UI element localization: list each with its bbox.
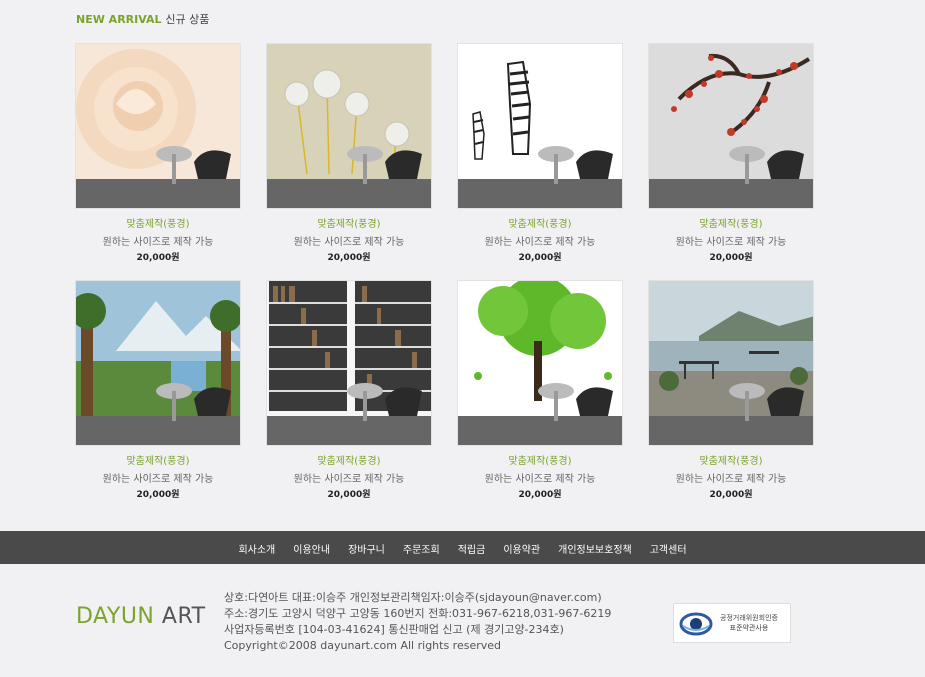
company-info-line: 사업자등록번호 [104-03-41624] 통신판매업 신고 (제 경기고양-…: [224, 623, 564, 636]
product-thumbnail[interactable]: [266, 43, 432, 209]
product-category[interactable]: 맞춤제작(풍경): [266, 215, 432, 230]
footer-nav: 회사소개 이용안내 장바구니 주문조회 적립금 이용약관 개인정보보호정책 고객…: [0, 531, 925, 564]
product-card[interactable]: 맞춤제작(풍경) 원하는 사이즈로 제작 가능 20,000원: [648, 280, 838, 510]
product-category[interactable]: 맞춤제작(풍경): [75, 452, 241, 467]
footer-link-company[interactable]: 회사소개: [229, 541, 284, 556]
company-info: 상호:다연아트 대표:이승주 개인정보관리책임자:이승주(sjdayoun@na…: [224, 590, 611, 654]
product-price: 20,000원: [709, 253, 753, 263]
product-thumbnail[interactable]: [648, 43, 814, 209]
product-description: 원하는 사이즈로 제작 가능: [484, 237, 596, 248]
product-thumbnail[interactable]: [266, 280, 432, 446]
product-category[interactable]: 맞춤제작(풍경): [266, 452, 432, 467]
badge-line1: 공정거래위원회인증: [720, 614, 778, 622]
certification-badge[interactable]: 공정거래위원회인증 표준약관사용: [673, 603, 791, 643]
ftc-emblem-icon: [679, 612, 713, 636]
product-thumbnail[interactable]: [648, 280, 814, 446]
badge-line2: 표준약관사용: [729, 624, 769, 632]
site-logo[interactable]: DAYUN ART: [76, 604, 206, 629]
product-card[interactable]: 맞춤제작(풍경) 원하는 사이즈로 제작 가능 20,000원: [75, 280, 265, 510]
product-category[interactable]: 맞춤제작(풍경): [457, 215, 623, 230]
copyright: Copyright©2008 dayunart.com All rights r…: [224, 639, 502, 652]
product-thumbnail[interactable]: [75, 43, 241, 209]
product-description: 원하는 사이즈로 제작 가능: [675, 474, 787, 485]
company-info-line: 상호:다연아트 대표:이승주 개인정보관리책임자:이승주(sjdayoun@na…: [224, 591, 602, 604]
product-price: 20,000원: [136, 253, 180, 263]
product-thumbnail[interactable]: [457, 43, 623, 209]
logo-part-2: ART: [154, 604, 206, 629]
product-description: 원하는 사이즈로 제작 가능: [293, 474, 405, 485]
footer-link-customer-center[interactable]: 고객센터: [641, 541, 696, 556]
product-thumbnail[interactable]: [75, 280, 241, 446]
product-price: 20,000원: [518, 490, 562, 500]
product-card[interactable]: 맞춤제작(풍경) 원하는 사이즈로 제작 가능 20,000원: [75, 43, 265, 273]
footer-link-privacy[interactable]: 개인정보보호정책: [549, 541, 641, 556]
product-price: 20,000원: [709, 490, 753, 500]
product-thumbnail[interactable]: [457, 280, 623, 446]
product-card[interactable]: 맞춤제작(풍경) 원하는 사이즈로 제작 가능 20,000원: [266, 280, 456, 510]
product-price: 20,000원: [136, 490, 180, 500]
product-category[interactable]: 맞춤제작(풍경): [75, 215, 241, 230]
product-card[interactable]: 맞춤제작(풍경) 원하는 사이즈로 제작 가능 20,000원: [457, 43, 647, 273]
footer-link-points[interactable]: 적립금: [449, 541, 495, 556]
company-info-line: 주소:경기도 고양시 덕양구 고양동 160번지 전화:031-967-6218…: [224, 607, 612, 620]
product-price: 20,000원: [327, 253, 371, 263]
product-description: 원하는 사이즈로 제작 가능: [484, 474, 596, 485]
logo-part-1: DAYUN: [76, 604, 155, 629]
product-card[interactable]: 맞춤제작(풍경) 원하는 사이즈로 제작 가능 20,000원: [457, 280, 647, 510]
product-card[interactable]: 맞춤제작(풍경) 원하는 사이즈로 제작 가능 20,000원: [648, 43, 838, 273]
section-title-ko: 신규 상품: [165, 13, 210, 26]
footer-link-order-lookup[interactable]: 주문조회: [394, 541, 449, 556]
section-title-en: NEW ARRIVAL: [76, 13, 162, 26]
product-price: 20,000원: [327, 490, 371, 500]
section-title: NEW ARRIVAL 신규 상품: [76, 11, 209, 27]
product-category[interactable]: 맞춤제작(풍경): [648, 215, 814, 230]
footer-link-terms[interactable]: 이용약관: [494, 541, 549, 556]
product-category[interactable]: 맞춤제작(풍경): [457, 452, 623, 467]
product-price: 20,000원: [518, 253, 562, 263]
product-category[interactable]: 맞춤제작(풍경): [648, 452, 814, 467]
product-card[interactable]: 맞춤제작(풍경) 원하는 사이즈로 제작 가능 20,000원: [266, 43, 456, 273]
badge-text: 공정거래위원회인증 표준약관사용: [714, 613, 784, 633]
footer-link-guide[interactable]: 이용안내: [284, 541, 339, 556]
product-description: 원하는 사이즈로 제작 가능: [675, 237, 787, 248]
footer-link-cart[interactable]: 장바구니: [339, 541, 394, 556]
product-description: 원하는 사이즈로 제작 가능: [102, 237, 214, 248]
product-description: 원하는 사이즈로 제작 가능: [293, 237, 405, 248]
product-description: 원하는 사이즈로 제작 가능: [102, 474, 214, 485]
